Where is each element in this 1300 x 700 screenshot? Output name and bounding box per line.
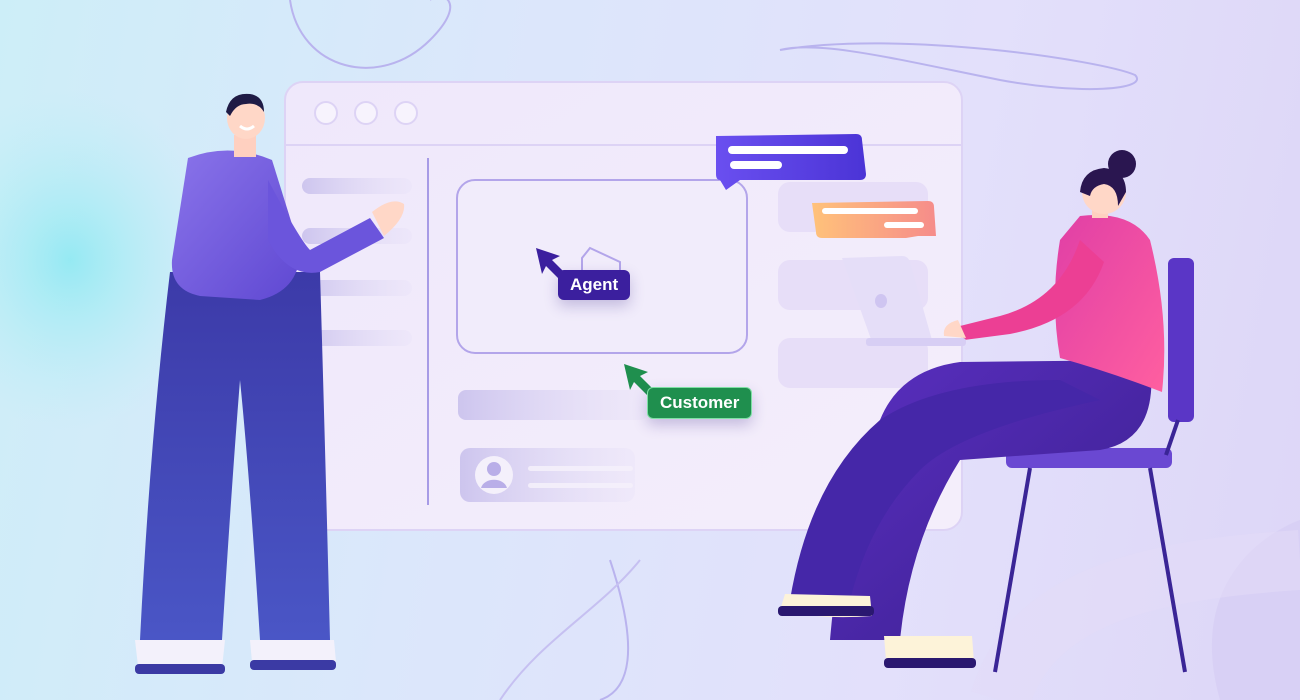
window-dot-3: [394, 101, 418, 125]
window-dot-2: [354, 101, 378, 125]
user-avatar-icon: [487, 462, 501, 476]
customer-cursor-label: Customer: [647, 387, 753, 419]
agent-cursor-label: Agent: [558, 270, 631, 300]
content-bar: [458, 390, 648, 420]
cobrowse-illustration: [0, 0, 1300, 700]
content-card: [456, 179, 748, 354]
sidebar-item-1: [302, 178, 412, 194]
chat-bubble-secondary: [812, 201, 936, 238]
chair-back: [1168, 258, 1194, 422]
window-dot-1: [314, 101, 338, 125]
